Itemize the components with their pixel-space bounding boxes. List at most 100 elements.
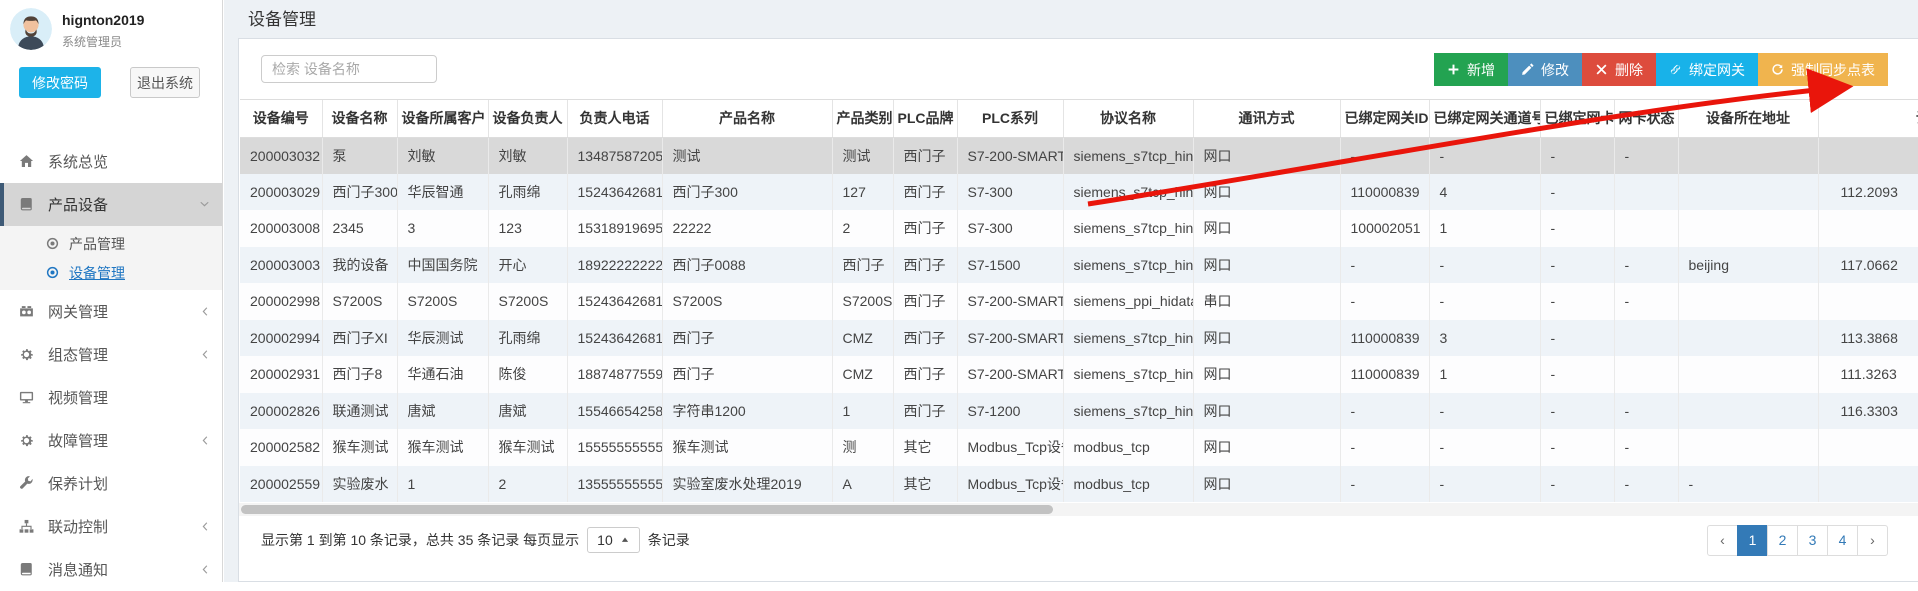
table-cell: 110000839 <box>1340 174 1429 211</box>
table-cell: 西门子XI <box>322 320 397 357</box>
table-cell: 猴车测试 <box>322 429 397 466</box>
table-cell: 孔雨绵 <box>488 320 567 357</box>
sidebar-item-video-manage[interactable]: 视频管理 <box>0 376 222 419</box>
table-cell: 127 <box>832 174 893 211</box>
gear-icon <box>19 433 39 448</box>
sidebar-item-product-manage[interactable]: 产品管理 <box>0 229 222 258</box>
horizontal-scrollbar-track[interactable] <box>239 503 1918 516</box>
force-sync-button[interactable]: 强制同步点表 <box>1758 53 1888 86</box>
sidebar-item-device-manage[interactable]: 设备管理 <box>0 258 222 287</box>
page-button-1[interactable]: 1 <box>1737 525 1768 556</box>
table-row[interactable]: 200002931西门子8华通石油陈俊18874877559西门子CMZ西门子S… <box>240 356 1918 393</box>
logout-button[interactable]: 退出系统 <box>130 67 200 98</box>
table-cell: 实验废水 <box>322 466 397 503</box>
table-row[interactable]: 200002582猴车测试猴车测试猴车测试15555555555猴车测试测其它M… <box>240 429 1918 466</box>
table-cell: 联通测试 <box>322 393 397 430</box>
table-cell: - <box>1540 393 1614 430</box>
sidebar-item-message-notify[interactable]: 消息通知 <box>0 548 222 591</box>
table-cell: S7200S <box>488 283 567 320</box>
button-label: 绑定网关 <box>1689 60 1745 80</box>
column-header-3: 设备负责人 <box>488 100 567 137</box>
table-row[interactable]: 200003003我的设备中国国务院开心18922222222西门子0088西门… <box>240 247 1918 284</box>
table-cell: 网口 <box>1193 356 1340 393</box>
table-cell: 200002826 <box>240 393 322 430</box>
page-next-button[interactable]: › <box>1857 525 1888 556</box>
add-button[interactable]: 新增 <box>1434 53 1508 86</box>
page-button-2[interactable]: 2 <box>1767 525 1798 556</box>
horizontal-scrollbar-thumb[interactable] <box>241 505 1053 514</box>
table-cell: 网口 <box>1193 320 1340 357</box>
sidebar-item-system-overview[interactable]: 系统总览 <box>0 140 222 183</box>
table-cell: modbus_tcp <box>1063 429 1193 466</box>
table-row[interactable]: 2000030082345312315318919695222222西门子S7-… <box>240 210 1918 247</box>
chevron-down-icon <box>199 199 210 210</box>
home-icon <box>19 154 39 169</box>
column-header-6: 产品类别 <box>832 100 893 137</box>
link-icon <box>1669 63 1682 76</box>
delete-button[interactable]: 删除 <box>1582 53 1656 86</box>
sidebar-item-label: 设备管理 <box>69 263 125 283</box>
caret-up-icon <box>620 535 630 545</box>
page-size-dropdown[interactable]: 10 <box>587 527 640 553</box>
table-header-row: 设备编号设备名称设备所属客户设备负责人负责人电话产品名称产品类别PLC品牌PLC… <box>240 100 1918 137</box>
sidebar-item-maintenance-plan[interactable]: 保养计划 <box>0 462 222 505</box>
page-button-4[interactable]: 4 <box>1827 525 1858 556</box>
table-cell: 200003032 <box>240 137 322 174</box>
table-cell: 开心 <box>488 247 567 284</box>
table-row[interactable]: 200002826联通测试唐斌唐斌15546654258字符串12001西门子S… <box>240 393 1918 430</box>
sidebar-item-linkage-control[interactable]: 联动控制 <box>0 505 222 548</box>
table-cell <box>1818 137 1918 174</box>
table-cell: - <box>1540 466 1614 503</box>
table-cell: 2 <box>488 466 567 503</box>
table-cell: Modbus_Tcp设备 <box>957 429 1063 466</box>
table-cell: 西门子 <box>893 320 957 357</box>
table-cell: A <box>832 466 893 503</box>
table-cell: 113.3868 <box>1818 320 1918 357</box>
user-name: hignton2019 <box>62 12 144 28</box>
table-row[interactable]: 200003032泵刘敏刘敏13487587205测试测试西门子S7-200-S… <box>240 137 1918 174</box>
table-cell: 123 <box>488 210 567 247</box>
change-password-button[interactable]: 修改密码 <box>19 67 101 98</box>
table-cell: siemens_s7tcp_hinet <box>1063 320 1193 357</box>
edit-button[interactable]: 修改 <box>1508 53 1582 86</box>
table-cell: - <box>1429 137 1540 174</box>
column-header-12: 已绑定网关通道号 <box>1429 100 1540 137</box>
table-cell: siemens_s7tcp_hinet <box>1063 356 1193 393</box>
table-row[interactable]: 200002559实验废水1213555555555实验室废水处理2019A其它… <box>240 466 1918 503</box>
sidebar-item-product-device[interactable]: 产品设备 <box>0 183 222 226</box>
table-cell: CMZ <box>832 356 893 393</box>
bind-gateway-button[interactable]: 绑定网关 <box>1656 53 1758 86</box>
book-icon <box>19 197 39 212</box>
table-cell: 1 <box>1429 210 1540 247</box>
table-row[interactable]: 200002998S7200SS7200SS7200S15243642681S7… <box>240 283 1918 320</box>
table-cell: - <box>1540 174 1614 211</box>
table-cell <box>1614 320 1678 357</box>
table-cell: 18874877559 <box>567 356 662 393</box>
device-table-wrap: 设备编号设备名称设备所属客户设备负责人负责人电话产品名称产品类别PLC品牌PLC… <box>240 99 1918 502</box>
page-button-3[interactable]: 3 <box>1797 525 1828 556</box>
dot-circle-icon <box>46 266 62 279</box>
table-cell: 网口 <box>1193 393 1340 430</box>
table-row[interactable]: 200002994西门子XI华辰测试孔雨绵15243642681西门子CMZ西门… <box>240 320 1918 357</box>
table-cell: 200003008 <box>240 210 322 247</box>
table-cell: S7200S <box>832 283 893 320</box>
table-cell: 网口 <box>1193 247 1340 284</box>
sidebar-item-fault-manage[interactable]: 故障管理 <box>0 419 222 462</box>
table-row[interactable]: 200003029西门子300华辰智通孔雨绵15243642681西门子3001… <box>240 174 1918 211</box>
sidebar-item-config-manage[interactable]: 组态管理 <box>0 333 222 376</box>
page-prev-button[interactable]: ‹ <box>1707 525 1738 556</box>
table-cell <box>1818 283 1918 320</box>
table-cell: 3 <box>1429 320 1540 357</box>
table-cell <box>1678 356 1818 393</box>
records-summary-suffix: 条记录 <box>648 530 690 550</box>
table-cell: 陈俊 <box>488 356 567 393</box>
column-header-10: 通讯方式 <box>1193 100 1340 137</box>
table-cell: S7200S <box>322 283 397 320</box>
refresh-icon <box>1771 63 1784 76</box>
search-input[interactable] <box>261 55 437 83</box>
sitemap-icon <box>19 519 39 534</box>
sidebar-item-gateway-manage[interactable]: 网关管理 <box>0 290 222 333</box>
table-cell: - <box>1614 393 1678 430</box>
table-cell: - <box>1340 283 1429 320</box>
table-cell: - <box>1340 137 1429 174</box>
